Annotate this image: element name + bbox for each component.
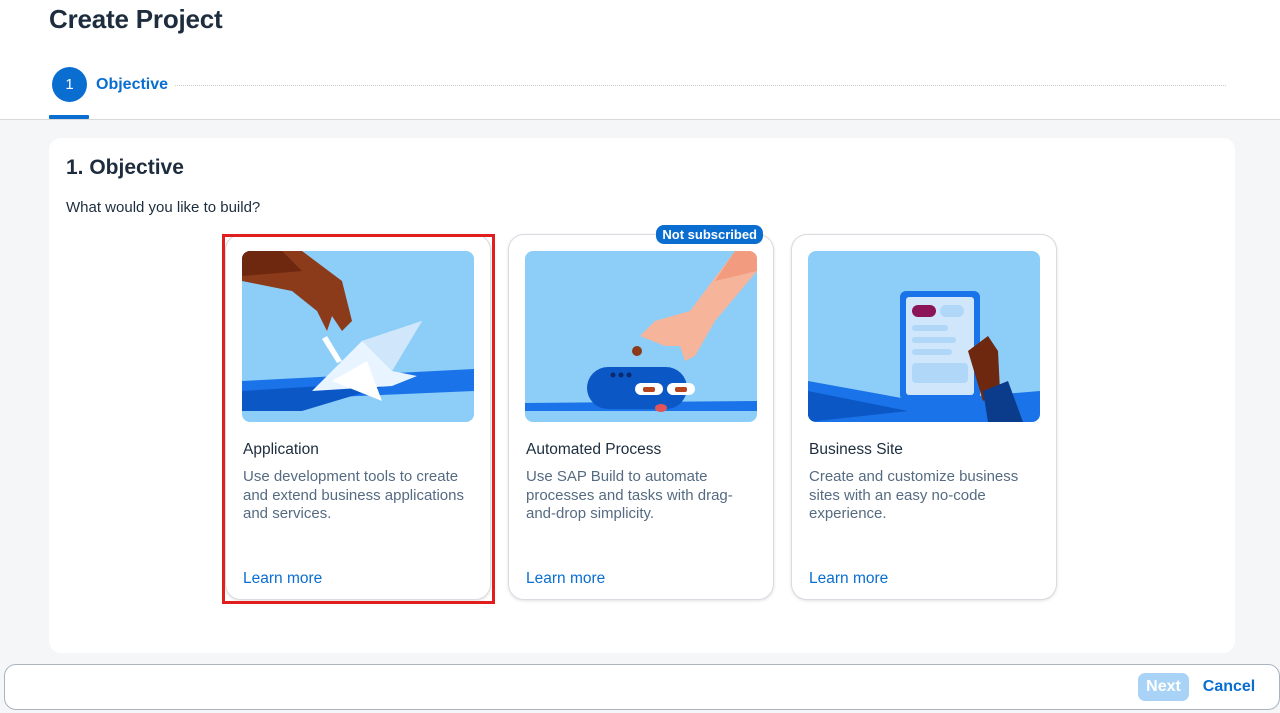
tablet-hand-illustration [808, 251, 1040, 422]
card-application[interactable]: Application Use development tools to cre… [225, 234, 491, 600]
learn-more-link[interactable]: Learn more [526, 570, 605, 588]
step-number-badge: 1 [52, 67, 87, 102]
learn-more-link[interactable]: Learn more [809, 570, 888, 588]
footer-bar: Next Cancel [4, 664, 1280, 710]
origami-crane-hand-illustration [242, 251, 474, 422]
card-title: Automated Process [526, 441, 662, 458]
card-description: Use development tools to create and exte… [243, 468, 464, 522]
page-header: Create Project 1 Objective [0, 0, 1280, 120]
section-question: What would you like to build? [66, 199, 261, 216]
wizard-step-objective[interactable]: 1 Objective [52, 67, 168, 102]
step-label: Objective [96, 75, 169, 93]
cancel-button[interactable]: Cancel [1199, 673, 1259, 701]
not-subscribed-badge: Not subscribed [656, 225, 763, 244]
page-title: Create Project [49, 4, 223, 34]
card-business-site[interactable]: Business Site Create and customize busin… [791, 234, 1057, 600]
active-step-indicator [49, 115, 89, 119]
objective-panel: 1. Objective What would you like to buil… [49, 138, 1235, 653]
card-description: Create and customize business sites with… [809, 468, 1019, 522]
card-title: Business Site [809, 441, 903, 458]
robot-hand-illustration [525, 251, 757, 422]
learn-more-link[interactable]: Learn more [243, 570, 322, 588]
card-description: Use SAP Build to automate processes and … [526, 468, 733, 522]
section-title: 1. Objective [66, 156, 184, 179]
wizard-progress-line [175, 85, 1226, 86]
card-automated-process[interactable]: Not subscribed Automated Process Use SAP… [508, 225, 774, 600]
card-title: Application [243, 441, 319, 458]
next-button[interactable]: Next [1138, 673, 1189, 701]
